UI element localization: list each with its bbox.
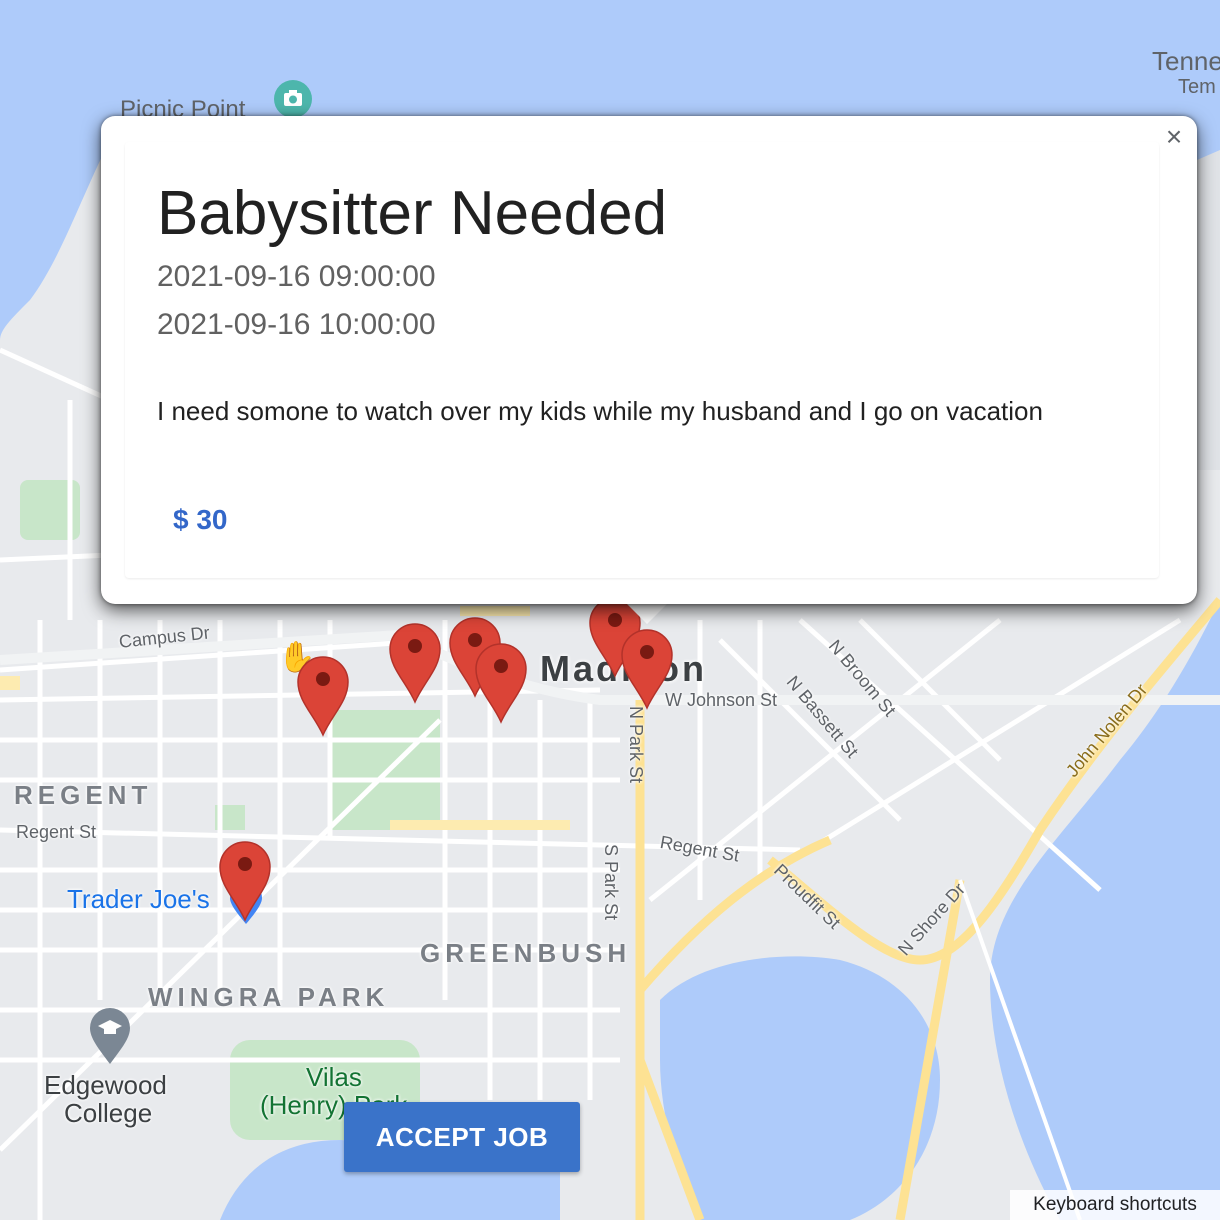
job-start-time: 2021-09-16 09:00:00	[157, 260, 436, 293]
job-marker[interactable]	[474, 642, 528, 724]
n-park-st-label: N Park St	[626, 706, 646, 784]
vilas-label-1[interactable]: Vilas	[306, 1062, 362, 1093]
edgewood-label-2[interactable]: College	[64, 1098, 152, 1129]
trader-joes-label[interactable]: Trader Joe's	[67, 884, 210, 915]
close-icon[interactable]: ×	[1159, 122, 1189, 152]
accept-job-button[interactable]: ACCEPT JOB	[344, 1102, 580, 1172]
job-description: I need somone to watch over my kids whil…	[157, 396, 1043, 426]
regent-st-west-label: Regent St	[16, 822, 97, 842]
keyboard-shortcuts-link[interactable]: Keyboard shortcuts	[1010, 1190, 1220, 1220]
tenney-label-1: Tenne	[1152, 46, 1220, 76]
job-title: Babysitter Needed	[157, 179, 668, 248]
edgewood-label-1[interactable]: Edgewood	[44, 1070, 167, 1101]
info-window-tail	[625, 602, 669, 624]
job-end-time: 2021-09-16 10:00:00	[157, 308, 436, 341]
w-johnson-st-label: W Johnson St	[665, 690, 778, 710]
job-marker[interactable]	[296, 655, 350, 737]
s-park-st-label: S Park St	[601, 844, 621, 921]
regent-neighborhood-label: REGENT	[14, 780, 153, 810]
job-info-window: × Babysitter Needed 2021-09-16 09:00:00 …	[101, 116, 1197, 604]
tenney-label-2: Tem	[1178, 76, 1216, 98]
greenbush-label: GREENBUSH	[420, 938, 632, 968]
graduation-cap-icon[interactable]	[88, 1006, 132, 1071]
wingra-park-label: WINGRA PARK	[148, 982, 390, 1012]
job-pay: $ 30	[173, 504, 228, 535]
job-marker[interactable]	[388, 622, 442, 704]
camera-icon[interactable]	[274, 80, 312, 118]
job-marker[interactable]	[218, 840, 272, 922]
job-marker[interactable]	[620, 628, 674, 710]
